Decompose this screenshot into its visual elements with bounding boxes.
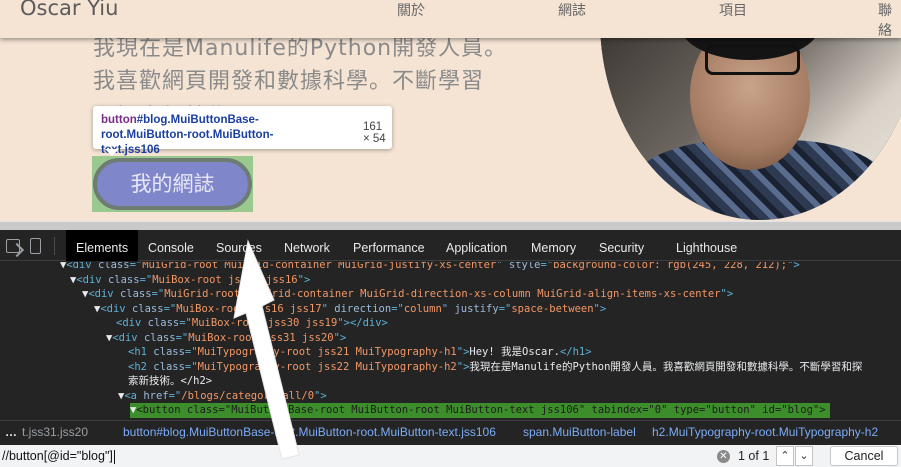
clear-search-icon[interactable]: ✕ xyxy=(717,450,730,463)
tooltip-size: 161 × 54 xyxy=(363,121,386,145)
tab-security[interactable]: Security xyxy=(599,230,644,261)
devtools-panel: Elements Console Sources Network Perform… xyxy=(0,230,901,467)
site-navbar: Oscar Yiu 關於 網誌 項目 聯絡 xyxy=(0,0,901,40)
dom-node-selected[interactable]: ▼<button class="MuiButtonBase-root MuiBu… xyxy=(130,403,830,418)
tab-console[interactable]: Console xyxy=(148,230,194,261)
tab-elements[interactable]: Elements xyxy=(66,230,139,261)
next-match-button[interactable]: ⌄ xyxy=(795,446,813,466)
dom-search-bar: //button[@id="blog"] ✕ 1 of 1 ⌃ ⌄ Cancel xyxy=(0,445,901,467)
dom-node[interactable]: ▼<div class="MuiGrid-root MuiGrid-contai… xyxy=(60,262,800,273)
breadcrumb: … t.jss31.jss20 button#blog.MuiButtonBas… xyxy=(0,420,901,444)
breadcrumb-item[interactable]: span.MuiButton-label xyxy=(523,421,636,444)
devtools-tab-bar: Elements Console Sources Network Perform… xyxy=(0,230,901,261)
inspect-element-icon[interactable] xyxy=(6,239,20,253)
dom-node[interactable]: <h2 class="MuiTypography-root jss22 MuiT… xyxy=(128,360,862,375)
dom-node[interactable]: ▼<a href="/blogs/category/all/0"> xyxy=(118,389,327,404)
dom-node[interactable]: ▼<div class="MuiBox-root jss31 jss20"> xyxy=(106,331,346,346)
breadcrumb-item[interactable]: h2.MuiTypography-root.MuiTypography-h2 xyxy=(652,421,878,444)
profile-photo xyxy=(600,20,901,220)
tab-network[interactable]: Network xyxy=(284,230,330,261)
nav-link-blog[interactable]: 網誌 xyxy=(558,0,586,20)
breadcrumb-item[interactable]: button#blog.MuiButtonBase-root.MuiButton… xyxy=(123,421,496,444)
devtools-resize-handle[interactable] xyxy=(0,221,901,230)
dom-node[interactable]: ▼<div class="MuiBox-root jss15 jss16"> xyxy=(70,273,310,288)
dom-node[interactable]: 索新技術。</h2> xyxy=(128,374,212,389)
breadcrumb-overflow-icon[interactable]: … xyxy=(5,421,17,444)
dom-search-input[interactable]: //button[@id="blog"] xyxy=(2,445,602,467)
breadcrumb-item[interactable]: t.jss31.jss20 xyxy=(22,421,88,444)
search-match-count: 1 of 1 xyxy=(738,449,770,463)
tab-sources[interactable]: Sources xyxy=(216,230,262,261)
my-blog-button[interactable]: 我的網誌 xyxy=(93,158,252,210)
dom-node[interactable]: ▼<div class="MuiBox-root jss16 jss17" di… xyxy=(94,302,606,317)
tab-performance[interactable]: Performance xyxy=(353,230,425,261)
previous-match-button[interactable]: ⌃ xyxy=(776,446,794,466)
dom-node[interactable]: <div class="MuiBox-root jss30 jss19"></d… xyxy=(116,316,388,331)
tab-lighthouse[interactable]: Lighthouse xyxy=(676,230,737,261)
tab-memory[interactable]: Memory xyxy=(531,230,576,261)
site-brand[interactable]: Oscar Yiu xyxy=(20,0,118,20)
dom-tree: ▼<div class="MuiGrid-root MuiGrid-contai… xyxy=(0,262,901,420)
device-toolbar-icon[interactable] xyxy=(30,238,41,254)
dom-node[interactable]: ▼<div class="MuiGrid-root MuiGrid-contai… xyxy=(82,287,733,302)
nav-link-projects[interactable]: 項目 xyxy=(719,0,747,20)
tooltip-selector: button#blog.MuiButtonBase-root.MuiButton… xyxy=(101,114,274,156)
dom-node[interactable]: <h1 class="MuiTypography-root jss21 MuiT… xyxy=(128,345,592,360)
webpage-viewport: Oscar Yiu 關於 網誌 項目 聯絡 我現在是Manulife的Pytho… xyxy=(0,0,901,221)
tab-application[interactable]: Application xyxy=(446,230,507,261)
hero-text-line: 我喜歡網頁開發和數據科學。不斷學習 xyxy=(93,69,485,94)
nav-link-contact[interactable]: 聯絡 xyxy=(878,0,901,40)
inspect-tooltip: button#blog.MuiButtonBase-root.MuiButton… xyxy=(93,106,392,156)
nav-link-about[interactable]: 關於 xyxy=(397,0,425,20)
cancel-search-button[interactable]: Cancel xyxy=(830,446,898,466)
